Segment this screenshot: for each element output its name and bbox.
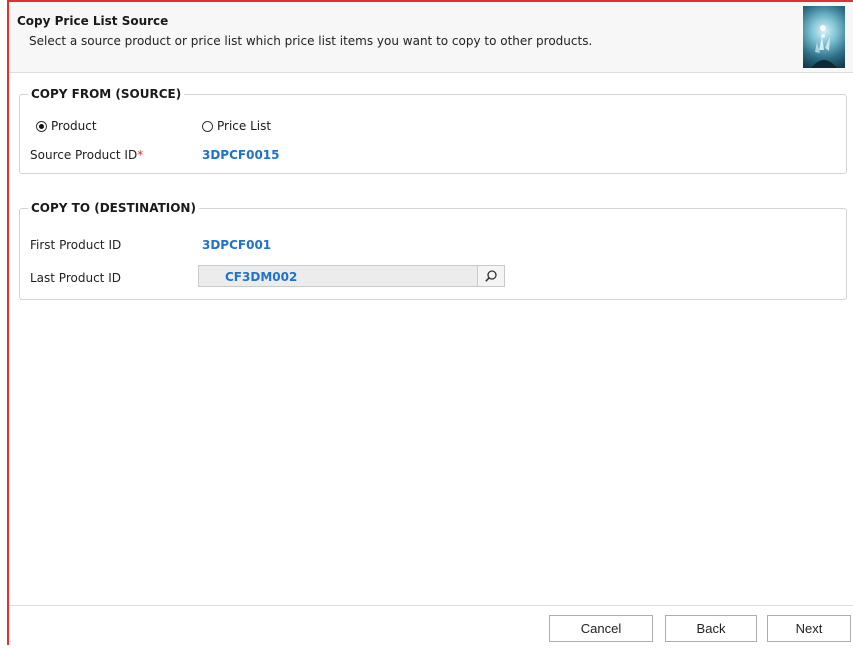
radio-price-list-circle[interactable] [202,120,213,132]
lookup-button[interactable] [477,266,504,286]
first-product-label: First Product ID [30,238,122,252]
back-button[interactable]: Back [665,615,757,642]
wizard-title: Copy Price List Source [17,14,169,28]
copy-from-title: COPY FROM (SOURCE) [28,87,185,101]
wizard-header: Copy Price List Source Select a source p… [9,2,853,73]
wizard-subtitle: Select a source product or price list wh… [29,34,593,48]
copy-from-group: COPY FROM (SOURCE) Product Price List So… [19,87,847,174]
source-product-value[interactable]: 3DPCF0015 [202,148,280,162]
last-product-value[interactable]: CF3DM002 [225,270,297,284]
radio-selected-dot [39,123,44,129]
wizard-window: Copy Price List Source Select a source p… [7,0,853,648]
copy-to-title: COPY TO (DESTINATION) [28,201,199,215]
first-product-value[interactable]: 3DPCF001 [202,238,271,252]
wizard-footer: Cancel Back Next [9,605,853,648]
radio-product-label: Product [51,119,97,133]
required-marker: * [137,148,144,162]
radio-price-list-label: Price List [217,119,272,133]
next-button[interactable]: Next [767,615,851,642]
copy-to-group: COPY TO (DESTINATION) First Product ID 3… [19,201,847,300]
radio-product[interactable]: Product [36,119,97,133]
radio-product-circle[interactable] [36,120,47,132]
last-product-lookup[interactable]: CF3DM002 [198,265,505,287]
search-icon [485,270,497,282]
last-product-label: Last Product ID [30,271,121,285]
cancel-button[interactable]: Cancel [549,615,653,642]
wizard-graphic-icon [803,6,845,68]
source-product-label-text: Source Product ID [30,148,138,162]
source-product-label: Source Product ID* [30,148,143,162]
radio-price-list[interactable]: Price List [202,119,271,133]
